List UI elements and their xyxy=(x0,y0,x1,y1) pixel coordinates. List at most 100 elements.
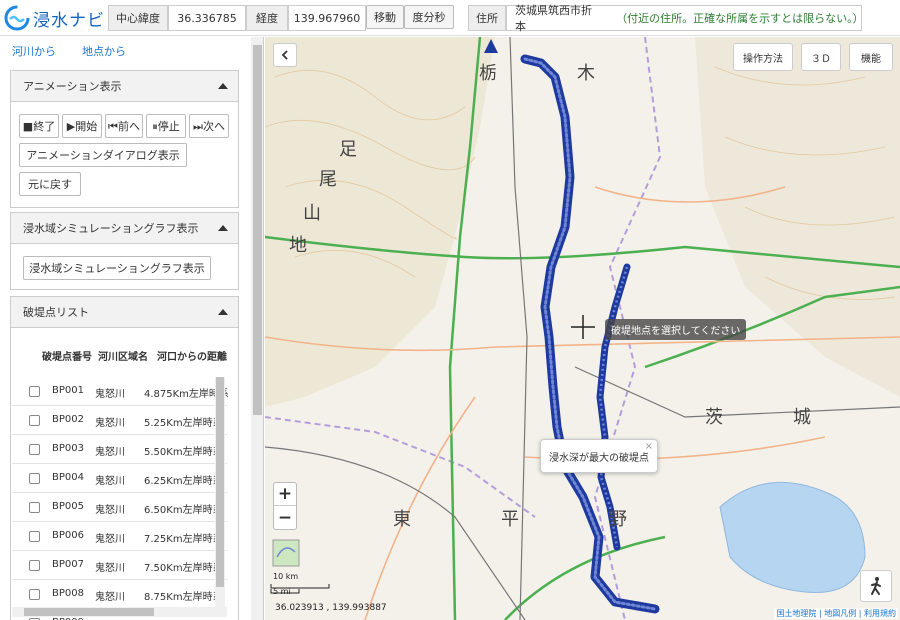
graph-title: 浸水域シミュレーショングラフ表示 xyxy=(23,222,199,235)
river-name: 鬼怒川 xyxy=(95,563,125,574)
river-name: 鬼怒川 xyxy=(95,389,125,400)
table-row[interactable]: BP007 鬼怒川 7.50Km左岸時系 xyxy=(12,551,227,580)
dms-button[interactable]: 度分秒 xyxy=(404,5,454,29)
anim-prev-button[interactable]: ⏮前へ xyxy=(105,114,143,138)
scroll-thumb[interactable] xyxy=(216,377,224,587)
row-checkbox[interactable] xyxy=(29,415,40,426)
col-header-distance: 河口からの距離 xyxy=(157,352,227,363)
table-row[interactable]: BP002 鬼怒川 5.25Km左岸時系 xyxy=(12,406,227,435)
reset-button[interactable]: 元に戻す xyxy=(19,172,81,196)
popup-text: 浸水深が最大の破堤点 xyxy=(549,452,649,464)
map-attribution[interactable]: 国土地理院 | 地図凡例 | 利用規約 xyxy=(774,608,898,619)
row-checkbox[interactable] xyxy=(29,444,40,455)
3d-button[interactable]: ３Ｄ xyxy=(801,43,841,71)
scale-mi: 5 mi xyxy=(273,587,291,596)
breach-title: 破堤点リスト xyxy=(23,306,89,319)
animation-header[interactable]: アニメーション表示 xyxy=(11,71,238,102)
row-checkbox[interactable] xyxy=(29,560,40,571)
popup-close-icon[interactable]: × xyxy=(645,441,653,452)
river-name: 鬼怒川 xyxy=(95,418,125,429)
row-checkbox[interactable] xyxy=(29,386,40,397)
tab-from-river[interactable]: 河川から xyxy=(12,43,56,59)
map-label: 地 xyxy=(289,235,307,256)
latitude-field[interactable]: 36.336785 xyxy=(168,5,246,31)
table-row[interactable]: BP006 鬼怒川 7.25Km左岸時系 xyxy=(12,522,227,551)
zoom-in-button[interactable]: + xyxy=(274,483,296,506)
breach-id: BP007 xyxy=(52,559,84,570)
table-row[interactable]: BP004 鬼怒川 6.25Km左岸時系 xyxy=(12,464,227,493)
anim-next-button[interactable]: ⏭次へ xyxy=(189,114,229,138)
map-label: 山 xyxy=(303,203,321,224)
chevron-left-icon xyxy=(281,50,288,60)
table-row[interactable]: BP003 鬼怒川 5.50Km左岸時系 xyxy=(12,435,227,464)
col-header-id: 破堤点番号 xyxy=(42,352,92,363)
map-label: 足 xyxy=(339,139,357,160)
graph-section: 浸水域シミュレーショングラフ表示 浸水域シミュレーショングラフ表示 xyxy=(10,212,239,290)
longitude-field[interactable]: 139.967960 xyxy=(288,5,366,31)
tab-from-point[interactable]: 地点から xyxy=(82,43,126,59)
river-name: 鬼怒川 xyxy=(95,534,125,545)
col-header-river: 河川区域名 xyxy=(98,352,148,363)
row-checkbox[interactable] xyxy=(29,531,40,542)
scroll-thumb[interactable] xyxy=(253,45,262,415)
table-vertical-scrollbar[interactable] xyxy=(215,377,225,607)
address-note: （付近の住所。正確な所属を示すとは限らない。） xyxy=(616,12,864,25)
animation-section: アニメーション表示 ■終了 ▶開始 ⏮前へ ⏸停止 ⏭次へ アニメーションダイア… xyxy=(10,70,239,208)
select-breach-tooltip: 破堤地点を選択してください xyxy=(605,319,747,340)
breach-id: BP008 xyxy=(52,588,84,599)
anim-dialog-button[interactable]: アニメーションダイアログ表示 xyxy=(19,143,187,167)
howto-button[interactable]: 操作方法 xyxy=(733,43,793,71)
river-name: 鬼怒川 xyxy=(95,505,125,516)
pedestrian-button[interactable] xyxy=(860,570,892,602)
breach-id: BP003 xyxy=(52,443,84,454)
app-header: 浸水ナビ 中心緯度 36.336785 経度 139.967960 移動 度分秒… xyxy=(0,0,900,36)
breach-header[interactable]: 破堤点リスト xyxy=(11,297,238,328)
table-row[interactable]: BP008 鬼怒川 8.75Km左岸時系 xyxy=(12,580,227,609)
row-checkbox[interactable] xyxy=(29,589,40,600)
row-checkbox[interactable] xyxy=(29,502,40,513)
pedestrian-icon xyxy=(871,577,881,595)
collapse-caret-icon[interactable] xyxy=(218,83,228,89)
cursor-coordinates: 36.023913 , 139.993887 xyxy=(275,603,387,613)
map-canvas[interactable] xyxy=(265,37,900,620)
row-checkbox[interactable] xyxy=(29,473,40,484)
collapse-caret-icon[interactable] xyxy=(218,309,228,315)
table-row[interactable]: BP005 鬼怒川 6.50Km左岸時系 xyxy=(12,493,227,522)
anim-pause-button[interactable]: ⏸停止 xyxy=(146,114,186,138)
function-button[interactable]: 機能 xyxy=(849,43,893,71)
graph-header[interactable]: 浸水域シミュレーショングラフ表示 xyxy=(11,213,238,244)
breach-id: BP006 xyxy=(52,530,84,541)
zoom-out-button[interactable]: − xyxy=(274,506,296,529)
table-row[interactable]: BP001 鬼怒川 4.875Km左岸時系 xyxy=(12,377,228,406)
logo-icon xyxy=(4,5,30,31)
anim-start-button[interactable]: ▶開始 xyxy=(62,114,102,138)
panel-tabs: 河川から 地点から xyxy=(0,37,263,65)
latitude-label: 中心緯度 xyxy=(108,5,168,31)
anim-stop-button[interactable]: ■終了 xyxy=(19,114,59,138)
map-label: 東 xyxy=(393,509,411,530)
scroll-thumb[interactable] xyxy=(24,608,154,616)
collapse-panel-button[interactable] xyxy=(273,43,297,67)
address-label: 住所 xyxy=(468,5,506,31)
map-label: 木 xyxy=(577,63,595,84)
longitude-label: 経度 xyxy=(246,5,288,31)
river-name: 鬼怒川 xyxy=(95,476,125,487)
move-button[interactable]: 移動 xyxy=(366,5,404,29)
collapse-caret-icon[interactable] xyxy=(218,225,228,231)
animation-title: アニメーション表示 xyxy=(23,80,122,93)
table-horizontal-scrollbar[interactable] xyxy=(12,607,227,617)
breach-id: BP004 xyxy=(52,472,84,483)
panel-scrollbar[interactable] xyxy=(251,37,263,620)
map-label: 尾 xyxy=(319,169,337,190)
app-title: 浸水ナビ xyxy=(33,10,105,31)
breach-id: BP001 xyxy=(52,385,84,396)
max-depth-popup: 浸水深が最大の破堤点 × xyxy=(540,439,658,473)
scale-km: 10 km xyxy=(273,572,299,581)
address-value: 茨城県筑西市折本 xyxy=(515,4,592,33)
map-view[interactable]: 栃 木 茨 城 足 尾 山 地 東 平 野 操作方法 ３Ｄ 機能 破堤地点を選択… xyxy=(265,37,900,620)
graph-button[interactable]: 浸水域シミュレーショングラフ表示 xyxy=(23,256,211,280)
map-label: 野 xyxy=(609,509,627,530)
address-field: 茨城県筑西市折本 （付近の住所。正確な所属を示すとは限らない。） xyxy=(506,4,864,33)
side-panel: 河川から 地点から アニメーション表示 ■終了 ▶開始 ⏮前へ ⏸停止 ⏭次へ … xyxy=(0,37,264,620)
river-name: 鬼怒川 xyxy=(95,447,125,458)
